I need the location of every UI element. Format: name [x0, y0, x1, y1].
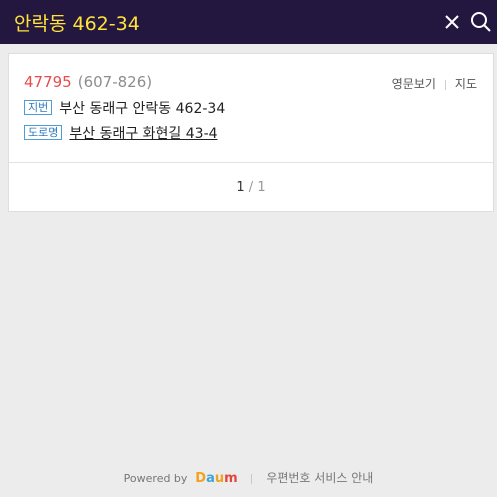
english-address-link[interactable]: 영문보기 — [392, 77, 436, 91]
close-icon[interactable] — [440, 10, 464, 34]
search-query[interactable]: 안락동 462-34 — [14, 9, 140, 36]
footer-divider — [251, 473, 253, 484]
result-links: 영문보기 지도 — [392, 75, 477, 92]
search-icon[interactable] — [469, 10, 493, 34]
logo-letter: D — [195, 471, 207, 486]
logo-letter: m — [224, 471, 238, 486]
zipcode-old: (607-826) — [77, 73, 153, 91]
current-page: 1 — [236, 180, 245, 195]
footer: Powered by Daum 우편번호 서비스 안내 — [0, 469, 497, 486]
link-divider — [444, 79, 446, 90]
total-pages: 1 — [257, 180, 266, 195]
result-card: 47795 (607-826) 영문보기 지도 지번 부산 동래구 안락동 462-3… — [8, 53, 494, 212]
road-tag: 도로명 — [24, 125, 63, 140]
page-separator: / — [248, 180, 254, 195]
jibun-address-row: 지번 부산 동래구 안락동 462-34 — [24, 98, 225, 118]
logo-letter: a — [206, 471, 215, 486]
powered-by-label: Powered by — [123, 472, 188, 485]
search-header: 안락동 462-34 — [0, 0, 497, 44]
zipcode-new[interactable]: 47795 — [24, 73, 72, 91]
road-address-row: 도로명 부산 동래구 화현길 43-4 — [24, 123, 218, 143]
pagination: 1 / 1 — [9, 162, 493, 211]
road-address[interactable]: 부산 동래구 화현길 43-4 — [69, 126, 217, 142]
result-item[interactable]: 47795 (607-826) 영문보기 지도 지번 부산 동래구 안락동 462-3… — [9, 54, 493, 163]
map-link[interactable]: 지도 — [455, 77, 477, 91]
daum-logo[interactable]: Daum — [195, 471, 237, 486]
jibun-address[interactable]: 부산 동래구 안락동 462-34 — [59, 101, 225, 117]
jibun-tag: 지번 — [24, 100, 53, 115]
service-info-link[interactable]: 우편번호 서비스 안내 — [266, 471, 373, 485]
logo-letter: u — [214, 471, 225, 486]
zipcode-row: 47795 (607-826) — [24, 73, 152, 91]
